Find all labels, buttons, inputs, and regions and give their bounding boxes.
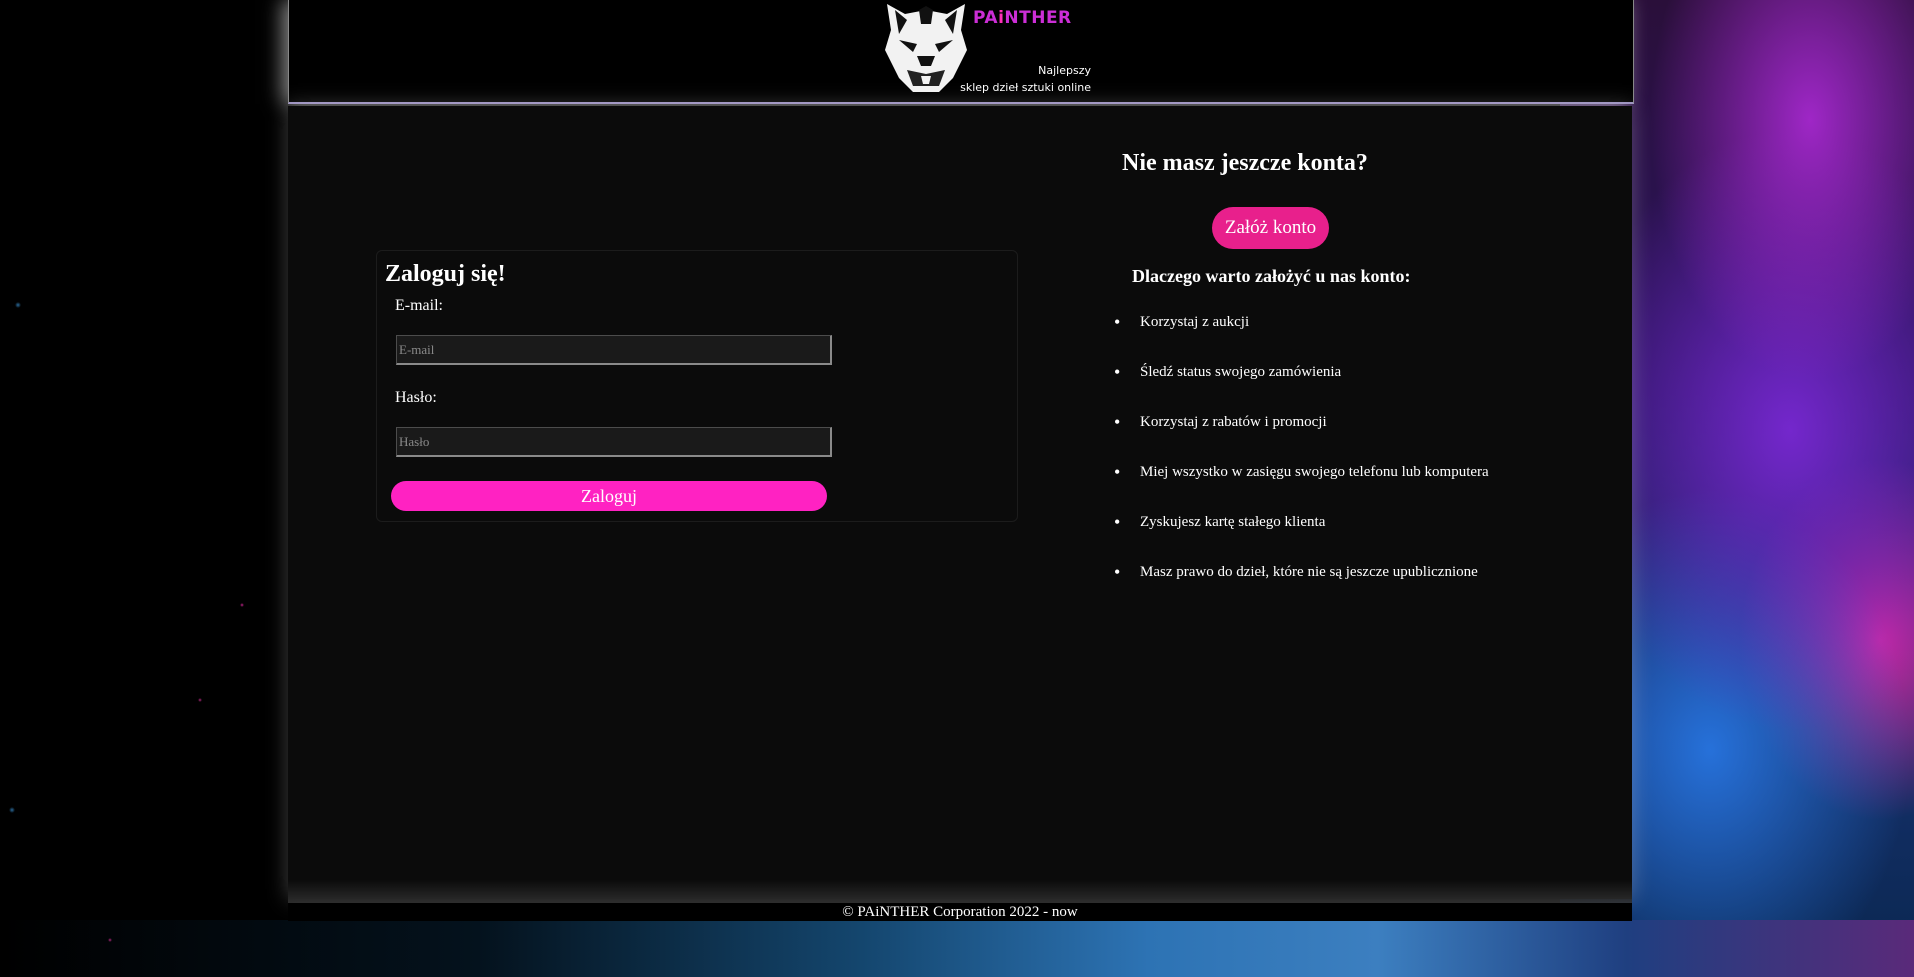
register-section: Nie masz jeszcze konta? Załóż konto Dlac… [1088,106,1632,606]
copyright-text: © PAiNTHER Corporation 2022 - now [842,904,1078,920]
tagline-line-1: Najlepszy [1038,64,1091,77]
create-account-button[interactable]: Załóż konto [1212,207,1329,249]
register-title: Nie masz jeszcze konta? [1122,150,1368,176]
benefits-list: Korzystaj z aukcji Śledź status swojego … [1110,312,1489,612]
brand-name: PAiNTHER [973,8,1072,28]
list-item: Śledź status swojego zamówienia [1110,362,1489,412]
login-title: Zaloguj się! [385,261,506,287]
site-footer: © PAiNTHER Corporation 2022 - now [288,903,1632,921]
list-item: Zyskujesz kartę stałego klienta [1110,512,1489,562]
list-item: Korzystaj z rabatów i promocji [1110,412,1489,462]
footer-shadow [288,880,1632,904]
email-field[interactable] [396,335,832,365]
list-item: Masz prawo do dzieł, które nie są jeszcz… [1110,562,1489,612]
tagline: Najlepszy sklep dzieł sztuki online [941,62,1091,96]
password-label: Hasło: [395,389,437,406]
main-panel: Zaloguj się! E-mail: Hasło: Zaloguj Nie … [288,106,1632,899]
list-item: Miej wszystko w zasięgu swojego telefonu… [1110,462,1489,512]
logo[interactable]: PAiNTHER Najlepszy sklep dzieł sztuki on… [881,0,1091,100]
email-label: E-mail: [395,297,443,314]
login-form: Zaloguj się! E-mail: Hasło: Zaloguj [376,250,1018,522]
password-field[interactable] [396,427,832,457]
benefits-title: Dlaczego warto założyć u nas konto: [1132,266,1411,286]
site-header: PAiNTHER Najlepszy sklep dzieł sztuki on… [288,0,1634,104]
tagline-line-2: sklep dzieł sztuki online [960,81,1091,94]
background-paint-dots [0,250,290,950]
login-button[interactable]: Zaloguj [391,481,827,511]
list-item: Korzystaj z aukcji [1110,312,1489,362]
